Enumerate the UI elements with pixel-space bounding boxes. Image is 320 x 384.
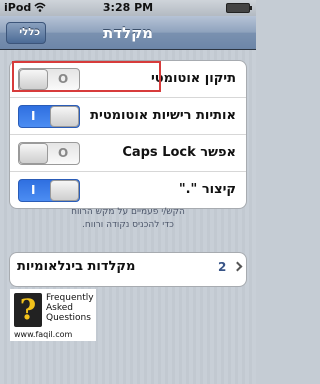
hint-line-2: כדי להכניס נקודה ורווח. bbox=[82, 220, 174, 230]
question-mark-icon: ? bbox=[14, 293, 42, 327]
battery-icon bbox=[226, 3, 252, 13]
toggle-on-glyph: I bbox=[31, 183, 36, 197]
period-shortcut-label: קיצור "." bbox=[178, 182, 236, 197]
faq-line-questions: Questions bbox=[46, 313, 91, 323]
highlight-annotation bbox=[12, 61, 161, 92]
auto-capitalization-label: אותיות רישיות אוטומטית bbox=[90, 108, 236, 123]
faq-logo: ? Frequently Asked Questions www.faqil.c… bbox=[10, 289, 96, 341]
toggle-knob[interactable] bbox=[19, 143, 48, 164]
toggle-knob[interactable] bbox=[50, 180, 79, 201]
caps-lock-toggle[interactable]: O bbox=[18, 142, 80, 165]
setting-row-period-shortcut: I קיצור "." bbox=[10, 172, 246, 208]
auto-capitalization-toggle[interactable]: I bbox=[18, 105, 80, 128]
faq-line-asked: Asked bbox=[46, 303, 73, 313]
navigation-bar: כללי מקלדת bbox=[0, 16, 256, 50]
faq-url: www.faqil.com bbox=[14, 330, 73, 339]
toggle-off-glyph: O bbox=[58, 146, 69, 160]
hint-line-1: הקש/י פעמיים על מקש הרווח bbox=[71, 207, 185, 217]
period-shortcut-toggle[interactable]: I bbox=[18, 179, 80, 202]
page-title: מקלדת bbox=[102, 24, 154, 42]
caps-lock-label: אפשר Caps Lock bbox=[122, 145, 236, 160]
faq-line-frequently: Frequently bbox=[46, 293, 94, 303]
status-time: 3:28 PM bbox=[102, 1, 154, 14]
status-bar: iPod 3:28 PM bbox=[0, 0, 256, 16]
toggle-knob[interactable] bbox=[50, 106, 79, 127]
international-keyboards-label: מקלדות בינלאומיות bbox=[17, 259, 136, 274]
faq-logo-text: Frequently Asked Questions bbox=[46, 293, 94, 323]
setting-row-auto-capitalization: I אותיות רישיות אוטומטית bbox=[10, 98, 246, 135]
international-keyboards-count: 2 bbox=[218, 260, 227, 274]
auto-correction-label: תיקון אוטומטי bbox=[150, 71, 236, 86]
toggle-on-glyph: I bbox=[31, 109, 36, 123]
setting-row-caps-lock: O אפשר Caps Lock bbox=[10, 135, 246, 172]
question-mark-glyph: ? bbox=[19, 293, 37, 326]
period-shortcut-hint: הקש/י פעמיים על מקש הרווח כדי להכניס נקו… bbox=[0, 206, 256, 232]
